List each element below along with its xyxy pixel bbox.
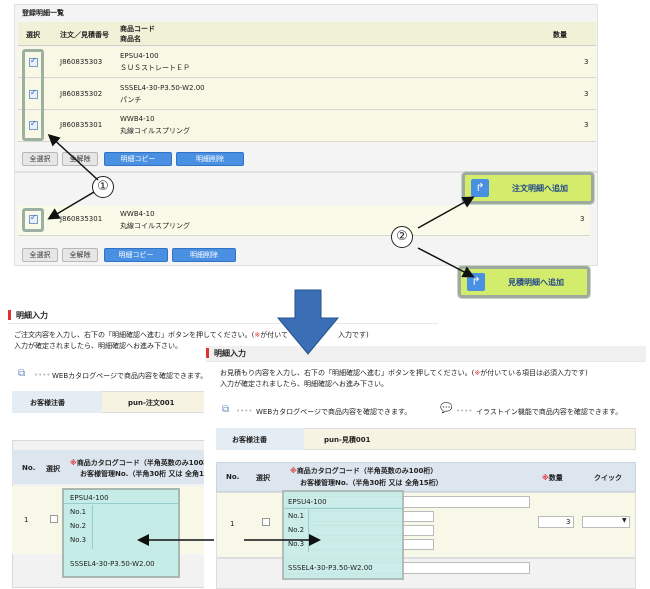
arrow-line <box>47 191 95 220</box>
arrow-line <box>417 247 475 278</box>
arrow-line <box>417 196 475 229</box>
down-arrow-icon <box>276 289 340 355</box>
annotation-arrows <box>47 133 475 546</box>
arrow-line <box>47 133 99 181</box>
